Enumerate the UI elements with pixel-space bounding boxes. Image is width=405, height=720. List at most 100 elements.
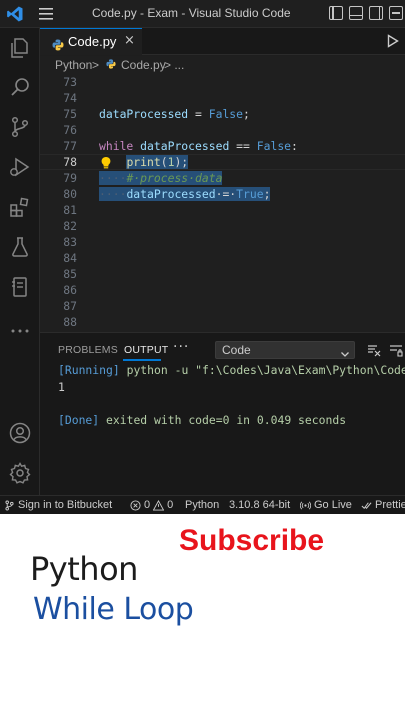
activity-bar — [0, 28, 40, 495]
code-token: dataProcessed — [126, 187, 216, 201]
code-line[interactable]: 75 dataProcessed = False; — [40, 106, 405, 122]
testing-flask-icon[interactable] — [8, 235, 32, 259]
code-token: ·=· — [215, 187, 237, 201]
code-token: ; — [243, 107, 250, 121]
code-line[interactable]: 78 print(1); — [40, 154, 405, 170]
code-line[interactable]: 83 — [40, 234, 405, 250]
code-line[interactable]: 79 ····#·process·data — [40, 170, 405, 186]
breadcrumb-file[interactable]: Code.py — [121, 58, 166, 72]
layout-controls — [329, 6, 403, 20]
extensions-icon[interactable] — [8, 195, 32, 219]
line-number: 80 — [63, 187, 77, 201]
bottom-panel: PROBLEMS OUTPUT ··· Code [Running] pytho… — [40, 332, 405, 495]
breadcrumb-folder[interactable]: Python — [55, 58, 92, 72]
code-text: dataProcessed = False; — [99, 107, 250, 121]
code-token: False — [208, 107, 244, 121]
code-token: ···· — [99, 187, 127, 201]
line-number: 81 — [63, 203, 77, 217]
manage-gear-icon[interactable] — [8, 461, 32, 485]
source-control-icon[interactable] — [8, 115, 32, 139]
code-text: while dataProcessed == False: — [99, 139, 298, 153]
subscribe-text: Subscribe — [179, 524, 325, 557]
output-running-line: [Running] python -u "f:\Codes\Java\Exam\… — [58, 363, 405, 377]
status-interpreter[interactable]: 3.10.8 64-bit — [229, 499, 290, 511]
line-number: 73 — [63, 75, 77, 89]
status-go-live-label: Go Live — [314, 499, 352, 511]
status-bitbucket-label: Sign in to Bitbucket — [18, 499, 113, 511]
vscode-window: Code.py - Exam - Visual Studio Code Code… — [0, 0, 405, 514]
clear-output-icon[interactable] — [367, 342, 381, 357]
code-editor[interactable]: 73 74 75 dataProcessed = False; 76 77 while da… — [40, 74, 405, 332]
line-number: 74 — [63, 91, 77, 105]
tab-problems[interactable]: PROBLEMS — [58, 344, 118, 356]
code-token: print — [126, 155, 161, 169]
line-number: 79 — [63, 171, 77, 185]
toggle-secondary-sidebar-icon[interactable] — [369, 6, 383, 20]
explorer-icon[interactable] — [8, 36, 32, 60]
search-icon[interactable] — [8, 75, 32, 99]
code-line[interactable]: 80 ····dataProcessed·=·True; — [40, 186, 405, 202]
panel-actions — [367, 342, 403, 357]
status-bitbucket[interactable]: Sign in to Bitbucket — [4, 499, 112, 511]
output-result-line: 1 — [58, 380, 65, 394]
tab-label: Code.py — [68, 34, 117, 49]
running-path: "f:\Codes\Java\Exam\Python\Code.p — [195, 363, 405, 377]
error-count: 0 — [144, 499, 151, 511]
toggle-primary-sidebar-icon[interactable] — [329, 6, 343, 20]
done-text: exited with — [99, 413, 189, 427]
code-line[interactable]: 85 — [40, 266, 405, 282]
breadcrumb-symbols[interactable]: > ... — [164, 58, 184, 72]
program-output: 1 — [58, 380, 65, 394]
status-go-live[interactable]: Go Live — [300, 499, 352, 511]
toggle-panel-icon[interactable] — [349, 6, 363, 20]
code-text: ····dataProcessed·=·True; — [99, 187, 271, 201]
code-line[interactable]: 74 — [40, 90, 405, 106]
code-line[interactable]: 81 — [40, 202, 405, 218]
panel-more-icon[interactable]: ··· — [173, 339, 189, 355]
customize-layout-icon[interactable] — [389, 6, 403, 20]
hamburger-menu-icon[interactable] — [36, 6, 56, 22]
code-line[interactable]: 82 — [40, 218, 405, 234]
lightbulb-icon[interactable] — [100, 156, 112, 170]
status-bar: Sign in to Bitbucket 0 0 Python 3.10.8 6… — [0, 495, 405, 514]
code-token: #·process·data — [126, 171, 223, 185]
tab-code-py[interactable]: Code.py × — [40, 28, 142, 55]
code-line[interactable]: 88 — [40, 314, 405, 330]
code-line[interactable]: 77 while dataProcessed == False: — [40, 138, 405, 154]
breadcrumb-separator: > — [92, 58, 100, 72]
python-file-icon — [52, 36, 64, 51]
exit-code: code=0 — [188, 413, 230, 427]
warning-icon — [153, 499, 165, 511]
active-tab-indicator — [123, 359, 161, 361]
tab-close-icon[interactable]: × — [124, 33, 135, 48]
status-language[interactable]: Python — [185, 499, 219, 511]
more-views-icon[interactable] — [8, 319, 32, 343]
account-icon[interactable] — [8, 421, 32, 445]
status-prettier-label: Prettie — [375, 499, 405, 511]
code-line[interactable]: 84 — [40, 250, 405, 266]
run-and-debug-icon[interactable] — [8, 155, 32, 179]
code-token: ; — [263, 187, 271, 201]
window-title: Code.py - Exam - Visual Studio Code — [92, 6, 291, 20]
vscode-logo-icon — [6, 5, 24, 23]
run-python-file-icon[interactable] — [387, 33, 399, 48]
code-line[interactable]: 76 — [40, 122, 405, 138]
double-check-icon — [361, 501, 372, 509]
line-number: 86 — [63, 283, 77, 297]
promo-title-line2: While Loop — [33, 592, 194, 627]
code-line[interactable]: 87 — [40, 298, 405, 314]
line-number: 76 — [63, 123, 77, 137]
tab-output[interactable]: OUTPUT — [124, 344, 168, 356]
notebook-icon[interactable] — [8, 275, 32, 299]
lock-scroll-icon[interactable] — [389, 342, 403, 357]
output-channel-select[interactable]: Code — [215, 341, 355, 359]
status-prettier[interactable]: Prettie — [361, 499, 405, 511]
code-line[interactable]: 86 — [40, 282, 405, 298]
code-token: dataProcessed — [140, 139, 230, 153]
status-problems[interactable]: 0 0 — [130, 499, 173, 511]
line-number: 85 — [63, 267, 77, 281]
code-token: ···· — [99, 171, 127, 185]
error-icon — [130, 499, 141, 511]
code-token: while — [99, 139, 134, 153]
code-line[interactable]: 73 — [40, 74, 405, 90]
